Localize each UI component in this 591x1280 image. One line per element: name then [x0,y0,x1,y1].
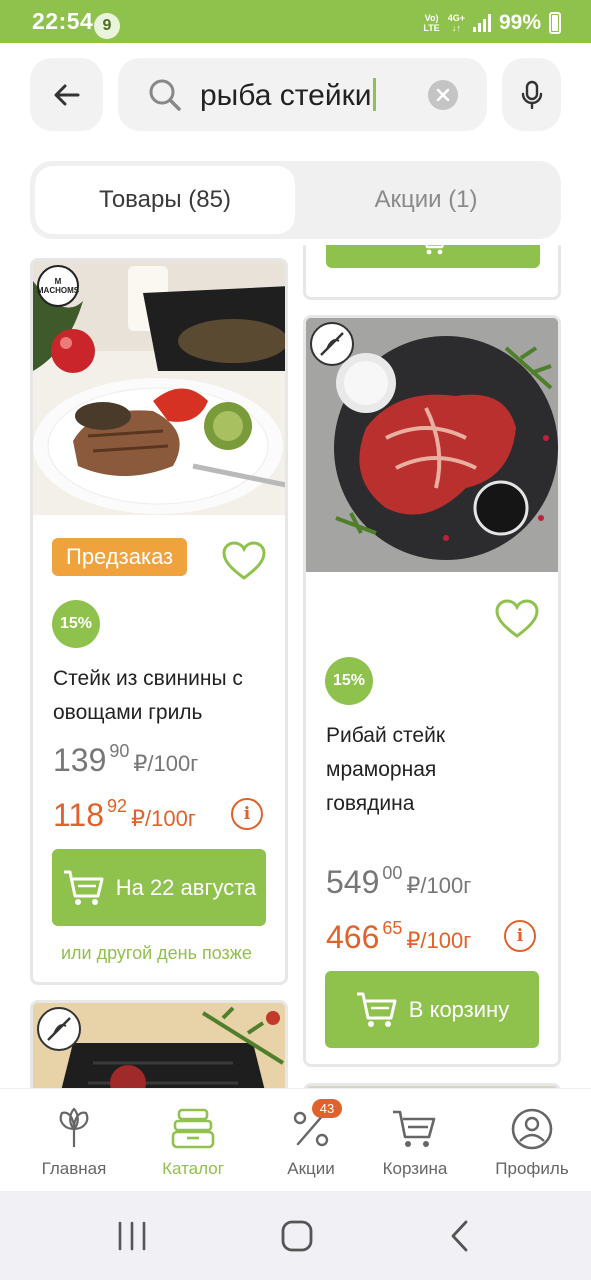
discounted-price: 118 92 ₽/100г [53,796,196,833]
profile-icon [511,1108,553,1150]
preorder-date-button[interactable]: На 22 августа [52,849,266,926]
discounted-price: 466 65 ₽/100г [326,918,472,955]
brand-logo: М MACHOMS [37,265,79,307]
back-button[interactable] [30,58,103,131]
product-grid[interactable]: М MACHOMS Предзаказ 15% Стейк из свинины… [0,245,591,1088]
nav-profile[interactable]: Профиль [473,1089,591,1192]
product-card[interactable] [30,1000,288,1088]
signal-icon [472,14,491,32]
back-nav-icon[interactable] [448,1219,472,1253]
status-bar: 22:54 9 Vo) LTE 4G+ ↓↑ 99% [0,0,591,43]
tab-promotions[interactable]: Акции (1) [296,166,556,234]
clear-search-button[interactable] [428,80,458,110]
voice-search-button[interactable] [502,58,561,131]
no-palm-oil-icon [310,322,354,366]
results-tabs: Товары (85) Акции (1) [30,161,561,239]
nav-promotions[interactable]: 43 Акции [252,1089,370,1192]
cart-icon [63,870,104,905]
add-to-cart-button[interactable] [326,245,540,268]
old-price: 139 90 ₽/100г [53,741,199,778]
battery-icon [549,12,561,34]
product-card[interactable]: 15% Рибай стейк мраморная говядина 549 00… [303,315,561,1067]
info-icon[interactable]: i [504,920,536,952]
status-time: 22:54 [32,8,94,34]
microphone-icon [521,80,542,109]
product-image[interactable]: М MACHOMS [33,261,285,515]
discount-badge: 15% [325,657,373,705]
search-input[interactable]: рыба стейки [118,58,487,131]
add-to-cart-button[interactable]: В корзину [325,971,539,1048]
home-button-icon[interactable] [280,1219,314,1253]
network-type-indicator: 4G+ ↓↑ [447,13,465,33]
product-name[interactable]: Стейк из свинины с овощами гриль [53,662,278,730]
cart-icon [356,992,397,1027]
cart-icon [393,1110,436,1147]
no-palm-oil-icon [37,1007,81,1051]
product-card-previous[interactable] [303,245,561,300]
favorite-heart-icon[interactable] [494,599,540,639]
promotions-count-badge: 43 [312,1099,342,1118]
status-indicators: Vo) LTE 4G+ ↓↑ 99% [423,10,561,36]
search-icon [149,79,181,111]
preorder-badge: Предзаказ [52,538,188,576]
battery-percent: 99% [498,11,541,34]
clear-icon [436,88,450,102]
text-cursor [372,78,376,111]
bottom-navigation: Главная Каталог 43 Акции Корзина Профиль [0,1088,591,1191]
choose-later-day-link[interactable]: или другой день позже [61,943,252,964]
volte-indicator: Vo) LTE [423,13,440,33]
catalog-icon [171,1108,215,1149]
system-navigation-bar [0,1191,591,1280]
info-icon[interactable]: i [231,798,263,830]
discount-badge: 15% [52,600,100,648]
old-price: 549 00 ₽/100г [326,863,472,900]
nav-home[interactable]: Главная [15,1089,133,1192]
favorite-heart-icon[interactable] [221,541,267,581]
tab-products[interactable]: Товары (85) [35,166,295,234]
home-flower-icon [59,1107,89,1147]
recent-apps-icon[interactable] [116,1220,148,1252]
nav-catalog[interactable]: Каталог [134,1089,252,1192]
product-image[interactable] [33,1003,285,1088]
notification-count-badge: 9 [94,13,120,39]
product-image[interactable] [306,318,558,572]
cart-icon [425,245,444,255]
arrow-left-icon [54,84,79,105]
product-card[interactable]: М MACHOMS Предзаказ 15% Стейк из свинины… [30,258,288,985]
search-query[interactable]: рыба стейки [200,78,376,113]
nav-cart[interactable]: Корзина [356,1089,474,1192]
product-name[interactable]: Рибай стейк мраморная говядина [326,719,551,821]
